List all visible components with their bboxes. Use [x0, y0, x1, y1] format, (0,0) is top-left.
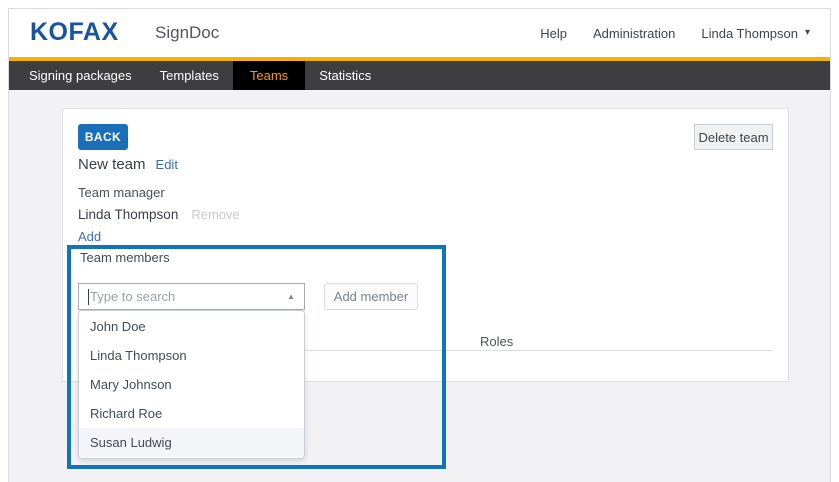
- dropdown-caret-icon: ▾: [805, 28, 810, 38]
- roles-column-header: Roles: [480, 334, 513, 349]
- help-link[interactable]: Help: [540, 26, 567, 41]
- team-manager-label: Team manager: [78, 185, 165, 200]
- add-manager-link[interactable]: Add: [78, 229, 101, 244]
- dropdown-option-highlighted[interactable]: Susan Ludwig: [79, 428, 304, 457]
- product-name: SignDoc: [155, 23, 219, 43]
- add-member-button[interactable]: Add member: [324, 283, 418, 310]
- nav-tab-teams[interactable]: Teams: [233, 61, 305, 90]
- manager-name: Linda Thompson: [78, 207, 178, 222]
- remove-manager-link-disabled: Remove: [191, 207, 239, 222]
- team-manager-row: Linda Thompson Remove: [78, 207, 240, 222]
- user-menu[interactable]: Linda Thompson ▾: [701, 26, 810, 41]
- nav-tab-templates[interactable]: Templates: [146, 61, 233, 90]
- header-links: Help Administration Linda Thompson ▾: [540, 9, 810, 57]
- back-button[interactable]: BACK: [78, 124, 128, 150]
- app-header: KOFAX SignDoc Help Administration Linda …: [9, 9, 830, 57]
- member-search-combobox[interactable]: ▲: [78, 283, 305, 310]
- nav-tab-signing-packages[interactable]: Signing packages: [15, 61, 146, 90]
- dropdown-option[interactable]: Richard Roe: [79, 399, 304, 428]
- edit-team-link[interactable]: Edit: [156, 157, 178, 172]
- delete-team-button[interactable]: Delete team: [694, 124, 773, 150]
- administration-link[interactable]: Administration: [593, 26, 675, 41]
- nav-tab-statistics[interactable]: Statistics: [305, 61, 385, 90]
- team-members-label: Team members: [80, 250, 170, 265]
- member-search-dropdown: John Doe Linda Thompson Mary Johnson Ric…: [78, 310, 305, 459]
- team-title: New team: [78, 156, 146, 173]
- dropdown-option[interactable]: Linda Thompson: [79, 341, 304, 370]
- kofax-logo: KOFAX: [30, 18, 119, 47]
- team-title-row: New team Edit: [78, 156, 178, 173]
- member-search-input[interactable]: [79, 284, 304, 309]
- content-area: BACK Delete team New team Edit Team manag…: [9, 90, 830, 482]
- screen: KOFAX SignDoc Help Administration Linda …: [0, 0, 839, 482]
- main-nav: Signing packages Templates Teams Statist…: [9, 61, 830, 90]
- user-name: Linda Thompson: [701, 26, 798, 41]
- dropdown-option[interactable]: Mary Johnson: [79, 370, 304, 399]
- app-window: KOFAX SignDoc Help Administration Linda …: [8, 8, 831, 482]
- dropdown-option[interactable]: John Doe: [79, 312, 304, 341]
